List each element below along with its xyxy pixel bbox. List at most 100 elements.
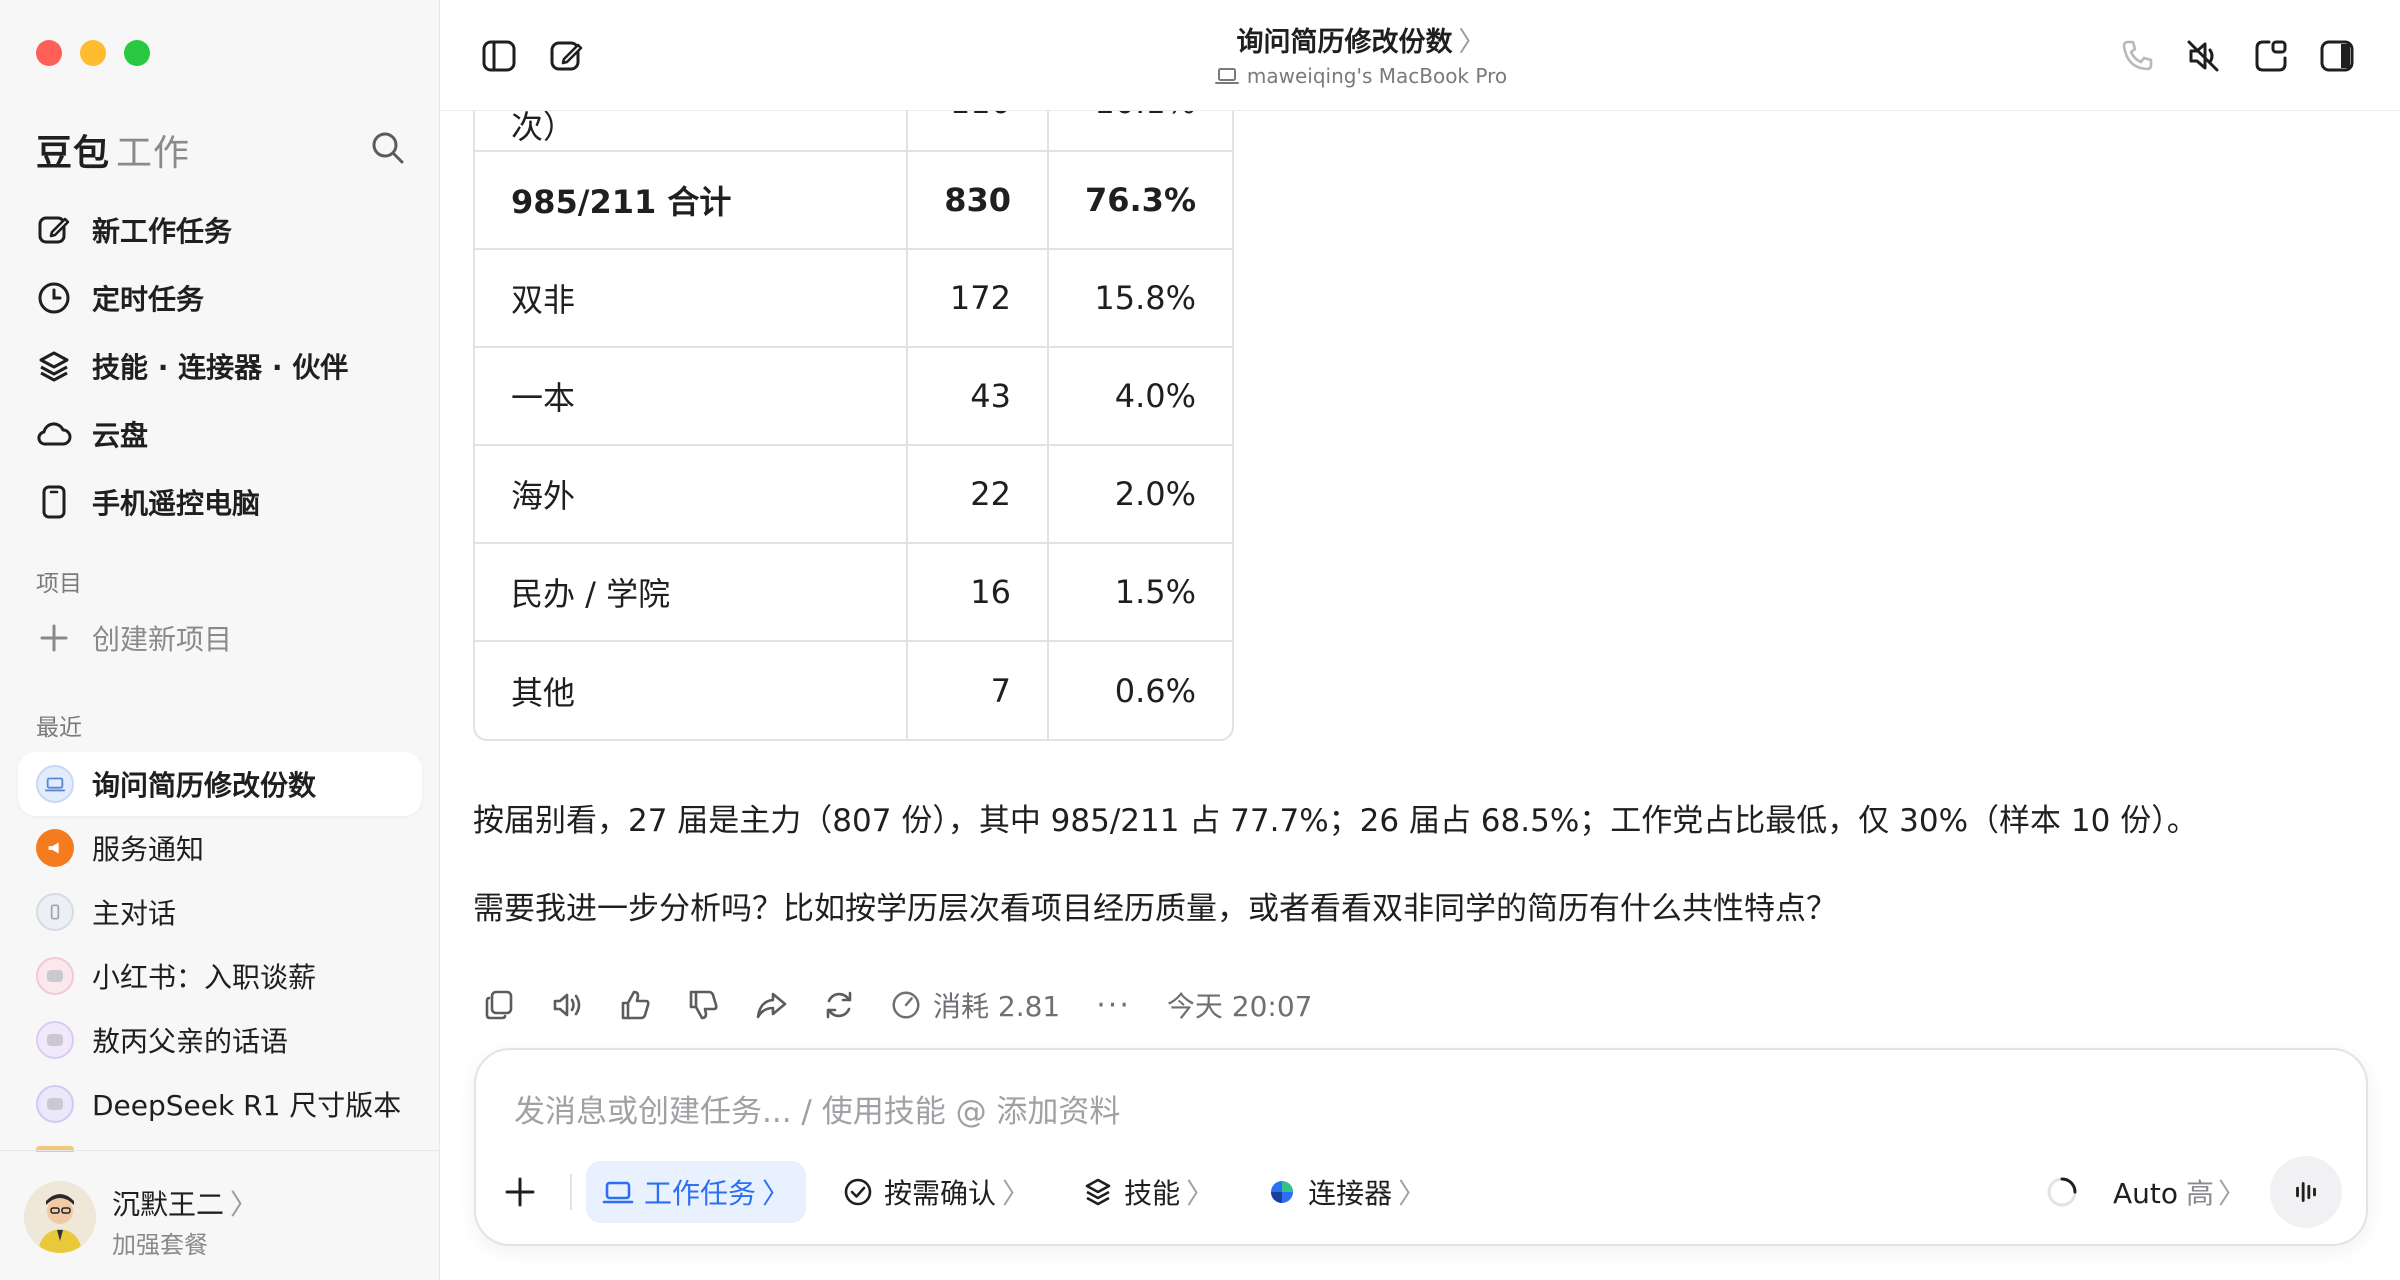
projects-title: 项目 (36, 571, 82, 597)
copy-icon[interactable] (481, 987, 517, 1023)
add-attachment-icon[interactable] (500, 1172, 540, 1212)
conversation-title[interactable]: 询问简历修改份数〉 (441, 20, 2281, 59)
user-profile[interactable]: 沉默王二〉 加强套餐 (0, 1150, 440, 1280)
message-paragraph: 按届别看，27 届是主力（807 份），其中 985/211 占 77.7%；2… (473, 803, 2198, 839)
usage-text: 消耗 2.81 (933, 990, 1061, 1023)
loading-spinner-icon (2045, 1175, 2079, 1209)
recent-label: 询问简历修改份数 (92, 769, 317, 802)
table-cell-count: 7 (907, 641, 1049, 739)
layers-icon (36, 348, 72, 384)
brand-name: 豆包 (36, 133, 111, 174)
minimize-window-button[interactable] (80, 40, 106, 66)
composer-toolbar: 工作任务〉 按需确认〉 技能〉 连接器〉 Auto 高〉 (500, 1156, 2342, 1228)
device-name: maweiqing's MacBook Pro (1246, 64, 1508, 88)
waveform-icon (2296, 1182, 2316, 1202)
recent-label: 服务通知 (92, 833, 205, 866)
message-paragraph: 需要我进一步分析吗？比如按学历层次看项目经历质量，或者看看双非同学的简历有什么共… (473, 891, 1837, 927)
table-row: 其他 7 0.6% (475, 641, 1232, 739)
nav-label: 新工作任务 (92, 215, 233, 248)
table-cell-label: 985/211 合计 (475, 151, 909, 250)
plus-icon (36, 620, 72, 656)
table-cell-count: 830 (907, 151, 1049, 250)
laptop-icon (36, 765, 74, 803)
thumbs-down-icon[interactable] (685, 987, 721, 1023)
share-icon[interactable] (753, 987, 789, 1023)
stats-table: 985 + 211（本硕跨层次） 110 10.1% 985/211 合计 83… (473, 111, 1234, 741)
laptop-icon (602, 1176, 634, 1208)
megaphone-icon (36, 829, 74, 867)
nav-scheduled-tasks[interactable]: 定时任务 (36, 264, 416, 332)
cloud-icon (36, 416, 72, 452)
work-task-chip[interactable]: 工作任务〉 (586, 1161, 807, 1223)
nav-new-task[interactable]: 新工作任务 (36, 196, 416, 264)
nav-skills-connectors[interactable]: 技能 · 连接器 · 伙伴 (36, 332, 416, 400)
layers-icon (1082, 1176, 1114, 1208)
close-window-button[interactable] (36, 40, 62, 66)
table-cell-count: 172 (907, 249, 1049, 348)
table-cell-label: 985 + 211（本硕跨层次） (475, 111, 909, 152)
table-row: 海外 22 2.0% (475, 445, 1232, 544)
chat-bubble-icon (36, 957, 74, 995)
table-cell-pct: 1.5% (1047, 543, 1232, 642)
table-cell-pct: 10.1% (1047, 111, 1232, 152)
avatar (24, 1181, 96, 1253)
recent-item[interactable]: 服务通知 (18, 816, 422, 880)
chevron-right-icon: 〉 (1458, 27, 1486, 58)
search-icon[interactable] (368, 128, 408, 168)
table-cell-count: 16 (907, 543, 1049, 642)
message-time: 今天 20:07 (1166, 990, 1313, 1023)
model-name: Auto (2112, 1177, 2178, 1210)
chevron-right-icon: 〉 (1398, 1177, 1427, 1210)
connectors-chip[interactable]: 连接器〉 (1250, 1161, 1442, 1223)
recent-list: 询问简历修改份数 服务通知 主对话 小红书：入职谈薪 敖丙父亲的话语 DeepS… (18, 752, 422, 1136)
recent-item[interactable]: 询问简历修改份数 (18, 752, 422, 816)
table-cell-count: 22 (907, 445, 1049, 544)
table-cell-label: 其他 (475, 641, 909, 739)
device-label: maweiqing's MacBook Pro (441, 64, 2281, 88)
chevron-right-icon: 〉 (230, 1188, 259, 1221)
check-circle-icon (842, 1176, 874, 1208)
more-icon[interactable]: ··· (1096, 988, 1131, 1023)
read-aloud-icon[interactable] (549, 987, 585, 1023)
create-project-label: 创建新项目 (92, 623, 233, 656)
phone-icon (36, 484, 72, 520)
recent-title: 最近 (36, 715, 82, 741)
app-brand: 豆包 工作 (36, 124, 190, 176)
table-cell-count: 110 (907, 111, 1049, 152)
chevron-right-icon: 〉 (1186, 1177, 1215, 1210)
confirm-mode-chip[interactable]: 按需确认〉 (826, 1161, 1046, 1223)
message-actions: 消耗 2.81 ··· 今天 20:07 (481, 971, 1348, 1039)
zoom-window-button[interactable] (124, 40, 150, 66)
recent-label: DeepSeek R1 尺寸版本 (92, 1089, 402, 1122)
picture-in-picture-icon[interactable] (2251, 36, 2291, 76)
nav-label: 技能 · 连接器 · 伙伴 (92, 351, 349, 384)
user-plan: 加强套餐 (112, 1231, 208, 1259)
sidebar: 豆包 工作 新工作任务 定时任务 技能 · 连接器 · 伙伴 云盘 手机遥控电脑… (0, 0, 440, 1280)
right-panel-toggle-icon[interactable] (2317, 36, 2357, 76)
regenerate-icon[interactable] (821, 987, 857, 1023)
table-cell-pct: 15.8% (1047, 249, 1232, 348)
recent-label: 敖丙父亲的话语 (92, 1025, 289, 1058)
message-input[interactable]: 发消息或创建任务... / 使用技能 @ 添加资料 (514, 1086, 1120, 1131)
create-project-button[interactable]: 创建新项目 (36, 618, 232, 658)
recent-item[interactable]: 小红书：入职谈薪 (18, 944, 422, 1008)
conversation-title-text: 询问简历修改份数 (1236, 27, 1453, 58)
speaker-mute-icon[interactable] (2183, 36, 2223, 76)
voice-input-button[interactable] (2270, 1156, 2342, 1228)
recent-item[interactable]: 敖丙父亲的话语 (18, 1008, 422, 1072)
thumbs-up-icon[interactable] (617, 987, 653, 1023)
skills-chip[interactable]: 技能〉 (1066, 1161, 1230, 1223)
model-selector[interactable]: Auto 高〉 (2113, 1172, 2246, 1212)
recent-item[interactable]: 主对话 (18, 880, 422, 944)
table-cell-pct: 4.0% (1047, 347, 1232, 446)
nav-cloud-drive[interactable]: 云盘 (36, 400, 416, 468)
table-row: 985/211 合计 830 76.3% (475, 151, 1232, 250)
recent-item[interactable]: DeepSeek R1 尺寸版本 (18, 1072, 422, 1136)
conversation-header: 询问简历修改份数〉 maweiqing's MacBook Pro (441, 0, 2400, 111)
chip-label: 技能 (1124, 1177, 1181, 1210)
gauge-icon (889, 988, 923, 1022)
chip-label: 工作任务 (644, 1177, 757, 1210)
phone-call-icon[interactable] (2117, 36, 2157, 76)
laptop-icon (1214, 66, 1239, 86)
nav-phone-remote[interactable]: 手机遥控电脑 (36, 468, 416, 536)
